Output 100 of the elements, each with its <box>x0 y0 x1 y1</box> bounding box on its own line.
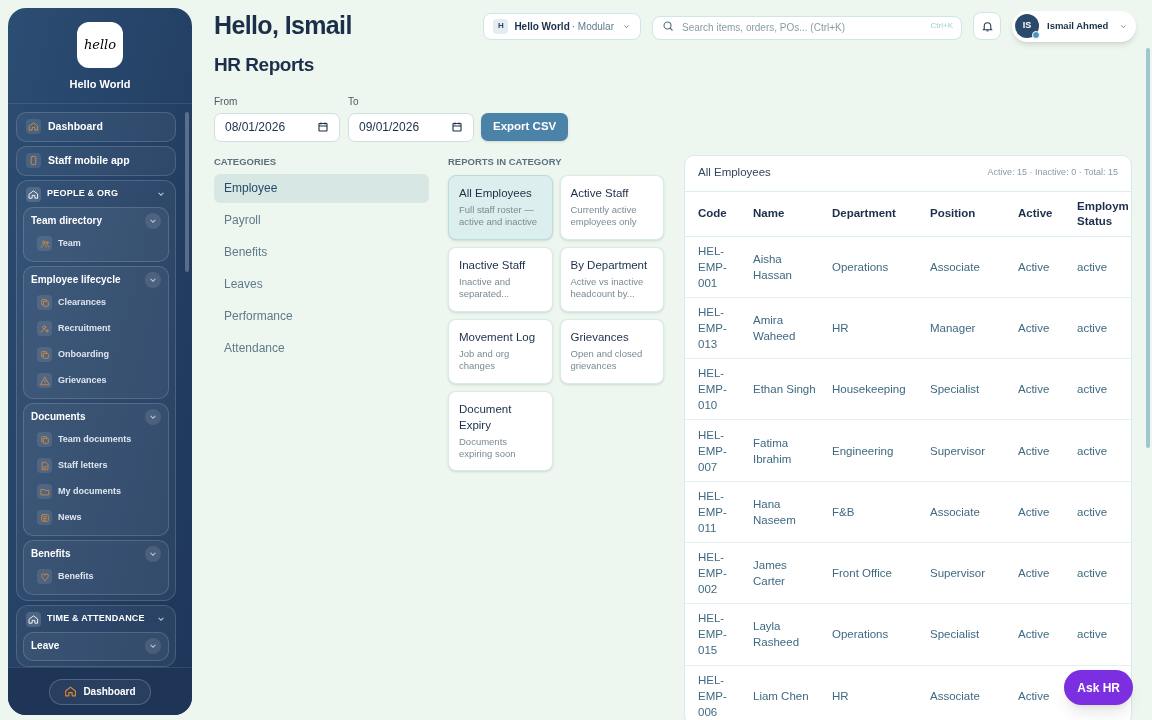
category-item[interactable]: Performance <box>214 301 429 331</box>
report-card[interactable]: Inactive Staff Inactive and separated... <box>448 246 553 312</box>
sidebar-item[interactable]: Onboarding <box>31 341 161 368</box>
sidebar-item[interactable]: Team documents <box>31 426 161 453</box>
documents-icon <box>39 297 50 308</box>
logo-text: hello <box>83 36 117 55</box>
category-item[interactable]: Leaves <box>214 269 429 299</box>
report-card[interactable]: Grievances Open and closed grievances <box>559 318 664 384</box>
export-csv-button[interactable]: Export CSV <box>481 112 569 141</box>
sidebar-item[interactable]: My documents <box>31 478 161 505</box>
bell-icon <box>980 19 994 33</box>
table-cell-text: HEL-EMP-006 <box>698 672 728 720</box>
workspace-plan: · Modular <box>571 19 614 34</box>
table-cell-text: HEL-EMP-001 <box>698 243 728 291</box>
group-header[interactable]: Employee lifecycle <box>31 269 161 290</box>
ask-hr-button[interactable]: Ask HR <box>1064 670 1133 705</box>
scrollbar-thumb[interactable] <box>1146 48 1150 448</box>
category-item[interactable]: Benefits <box>214 237 429 267</box>
table-cell-text: HR <box>832 688 850 704</box>
home-icon <box>28 121 39 132</box>
table-cell-text: Operations <box>832 627 890 643</box>
sidebar-item[interactable]: Team <box>31 230 161 257</box>
report-card[interactable]: Movement Log Job and org changes <box>448 318 553 384</box>
table-cell-text: active <box>1077 627 1109 643</box>
table-cell-text: HEL-EMP-011 <box>698 488 728 536</box>
sidebar-item[interactable]: Benefits <box>31 563 161 590</box>
table-cell-text: Ethan Singh <box>753 382 817 398</box>
home-icon <box>28 188 39 200</box>
group-header[interactable]: Team directory <box>31 210 161 231</box>
user-name: Ismail Ahmed <box>1047 18 1110 33</box>
sidebar-item[interactable]: Clearances <box>31 289 161 316</box>
dashboard-button[interactable]: Dashboard <box>49 678 151 705</box>
report-card[interactable]: Active Staff Currently active employees only <box>559 174 664 240</box>
table-cell-text: F&B <box>832 504 856 520</box>
notifications-button[interactable] <box>973 12 1001 40</box>
workspace-badge: H <box>493 18 509 34</box>
table-cell-text: active <box>1077 320 1109 336</box>
table-cell-text: HEL-EMP-013 <box>698 304 728 352</box>
report-card[interactable]: All Employees Full staff roster — active and inactive <box>448 174 553 240</box>
calendar-icon <box>451 121 463 133</box>
table-cell-text: Liam Chen <box>753 688 810 704</box>
table-cell-text: Active <box>1018 259 1051 275</box>
section-header[interactable]: PEOPLE & ORG <box>23 185 169 203</box>
group-header[interactable]: Documents <box>31 406 161 427</box>
user-avatar: IS <box>1015 14 1039 38</box>
table-cell-text: Supervisor <box>930 566 986 582</box>
table-cell-text: Active <box>1018 504 1051 520</box>
category-item[interactable]: Payroll <box>214 205 429 235</box>
category-item[interactable]: Employee <box>214 173 429 203</box>
sidebar-item[interactable]: Staff letters <box>31 452 161 479</box>
column-header: Name <box>753 206 786 221</box>
table-cell-text: Specialist <box>930 382 981 398</box>
table-cell-text: Active <box>1018 566 1051 582</box>
table-cell-text: Active <box>1018 382 1051 398</box>
sidebar-item[interactable]: Dashboard <box>16 111 176 142</box>
section-header[interactable]: TIME & ATTENDANCE <box>23 610 169 628</box>
table-cell-text: active <box>1077 504 1109 520</box>
category-item[interactable]: Attendance <box>214 333 429 363</box>
greeting: Hello, Ismail <box>214 10 352 42</box>
section-heading: REPORTS IN CATEGORY <box>448 154 563 169</box>
sidebar-item[interactable]: News <box>31 504 161 531</box>
search-icon <box>662 20 674 32</box>
table-cell-text: Active <box>1018 688 1051 704</box>
report-card[interactable]: Document Expiry Documents expiring soon <box>448 390 553 471</box>
sidebar-item[interactable]: Staff mobile app <box>16 145 176 176</box>
table-cell-text: Associate <box>930 259 981 275</box>
table-cell-text: James Carter <box>753 558 788 590</box>
table-cell-text: active <box>1077 566 1109 582</box>
documents-icon <box>39 434 50 445</box>
calendar-icon <box>317 121 329 133</box>
workspace-selector[interactable]: H Hello World · Modular <box>483 12 641 40</box>
user-menu[interactable]: IS Ismail Ahmed <box>1012 10 1136 42</box>
table-cell-text: HEL-EMP-002 <box>698 550 728 598</box>
users-icon <box>39 238 50 249</box>
file-icon <box>39 460 50 471</box>
table-cell-text: HR <box>832 320 850 336</box>
column-header: Employm Status <box>1077 198 1130 229</box>
table-cell-text: Active <box>1018 320 1051 336</box>
home-icon <box>28 613 39 625</box>
sidebar-item[interactable]: Grievances <box>31 367 161 394</box>
table-cell-text: Aisha Hassan <box>753 251 793 283</box>
scrollbar-thumb[interactable] <box>185 111 189 272</box>
report-card[interactable]: By Department Active vs inactive headcount by... <box>559 246 664 312</box>
newspaper-icon <box>39 512 50 523</box>
group-header[interactable]: Leave <box>31 635 161 656</box>
table-cell-text: Associate <box>930 504 981 520</box>
sidebar-item[interactable]: Recruitment <box>31 315 161 342</box>
group-header[interactable]: Benefits <box>31 543 161 564</box>
field-label: From <box>214 94 239 109</box>
table-cell-text: Associate <box>930 688 981 704</box>
table-cell-text: Layla Rasheed <box>753 619 801 651</box>
table-cell-text: Supervisor <box>930 443 986 459</box>
table-cell-text: Hana Naseem <box>753 496 797 528</box>
date-field[interactable]: 08/01/2026 <box>214 112 340 142</box>
user-plus-icon <box>39 323 50 334</box>
table-summary: Active: 15 · Inactive: 0 · Total: 15 <box>987 166 1118 180</box>
page-title: HR Reports <box>214 53 315 77</box>
table-cell-text: Amira Waheed <box>753 312 797 344</box>
heart-icon <box>39 571 50 582</box>
date-field[interactable]: 09/01/2026 <box>348 112 474 142</box>
